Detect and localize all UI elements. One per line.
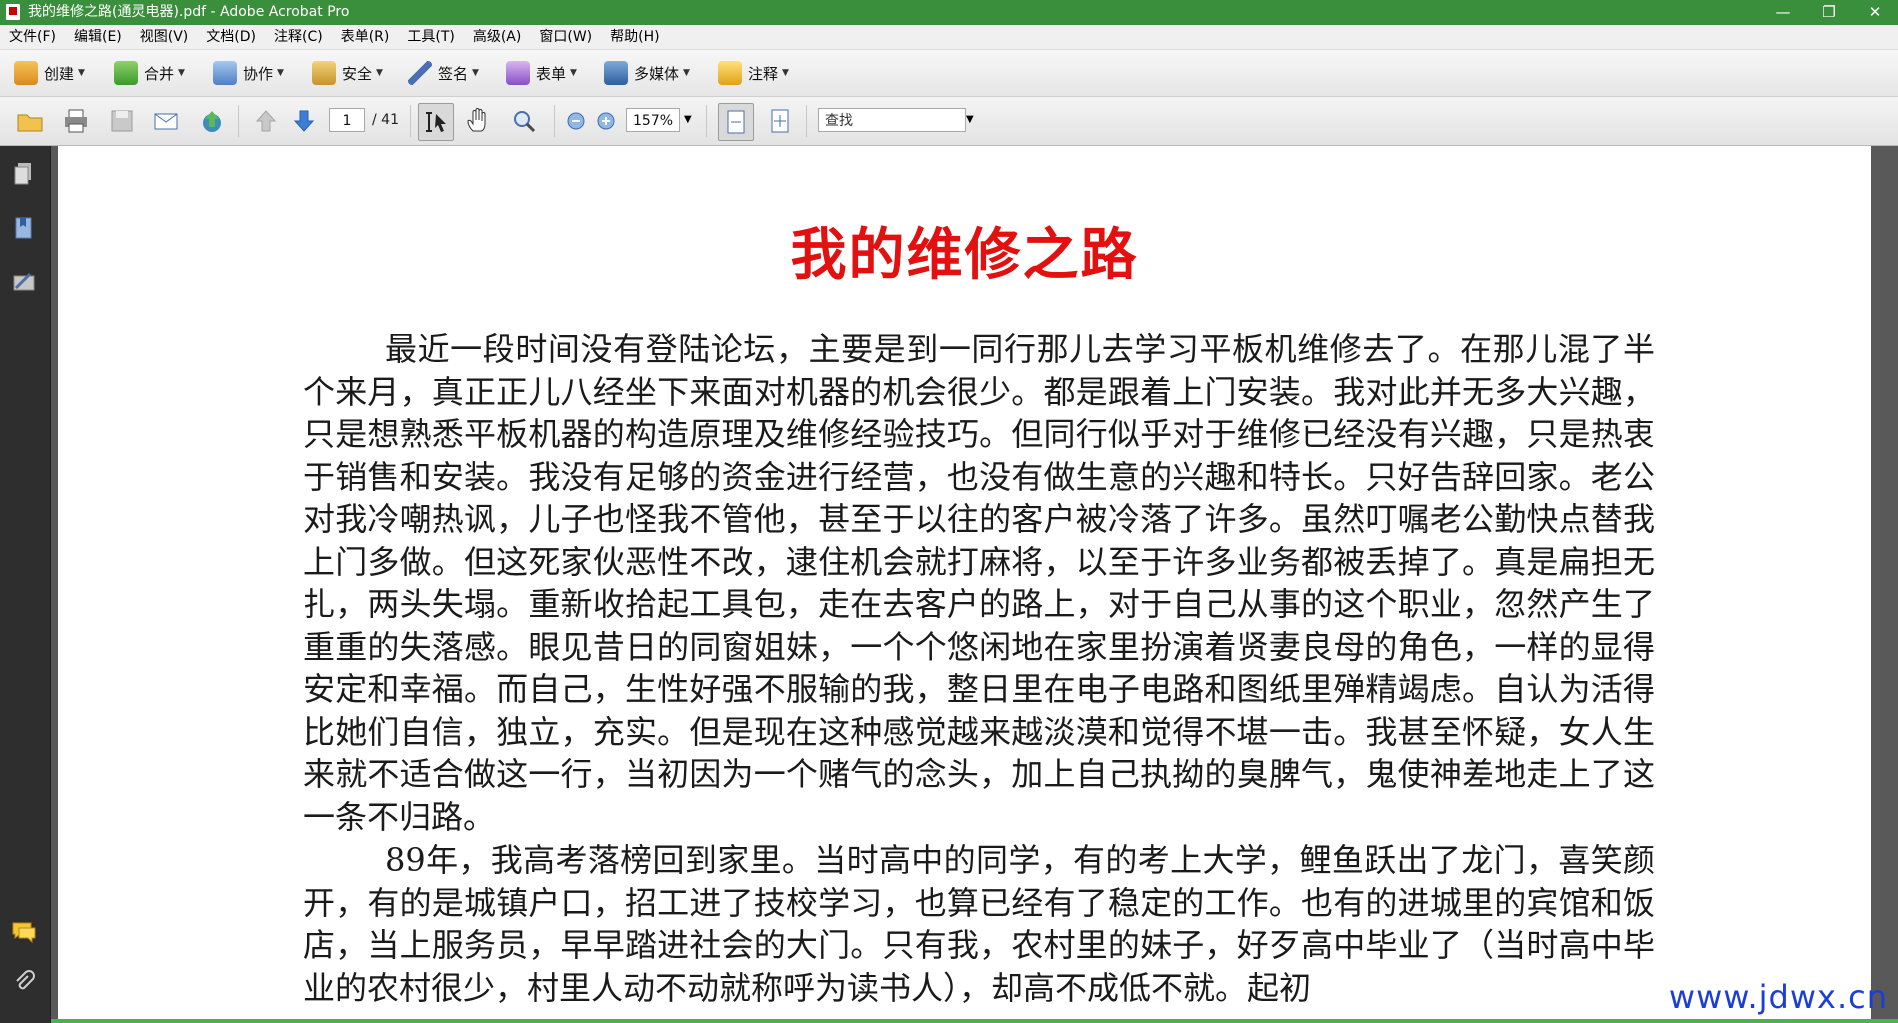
save-icon[interactable]	[108, 107, 136, 135]
toolbar-separator	[706, 105, 707, 137]
status-strip	[51, 1019, 1898, 1023]
window-title: 我的维修之路(通灵电器).pdf - Adobe Acrobat Pro	[28, 4, 350, 20]
task-label: 表单	[536, 64, 567, 83]
signatures-panel-icon[interactable]	[10, 268, 38, 296]
task-label: 协作	[243, 64, 274, 83]
close-button[interactable]: ✕	[1852, 0, 1898, 25]
task-label: 签名	[438, 64, 469, 83]
task-label: 注释	[748, 64, 779, 83]
navigation-panel	[0, 146, 51, 1023]
document-title: 我的维修之路	[790, 222, 1139, 288]
toolbar-separator	[238, 105, 239, 137]
previous-page-icon[interactable]	[252, 107, 280, 135]
hand-tool-icon[interactable]	[464, 107, 492, 135]
standard-toolbar: 1 / 41 157% ▼ 查找 ▼	[0, 97, 1898, 146]
collaborate-task-button[interactable]: 协作 ▼	[213, 58, 284, 88]
menu-document[interactable]: 文档(D)	[197, 25, 265, 49]
menu-tools[interactable]: 工具(T)	[398, 25, 463, 49]
website-watermark: www.jdwx.cn	[1668, 978, 1888, 1016]
print-icon[interactable]	[62, 107, 90, 135]
zoom-tool-icon[interactable]	[510, 107, 538, 135]
menu-window[interactable]: 窗口(W)	[530, 25, 601, 49]
menu-bar: 文件(F) 编辑(E) 视图(V) 文档(D) 注释(C) 表单(R) 工具(T…	[0, 25, 1898, 50]
task-toolbar: 创建 ▼ 合并 ▼ 协作 ▼ 安全 ▼ 签名 ▼ 表单 ▼ 多媒体 ▼ 注释 ▼	[0, 50, 1898, 97]
multimedia-task-button[interactable]: 多媒体 ▼	[604, 58, 690, 88]
restore-button[interactable]: ❐	[1806, 0, 1852, 25]
comment-icon	[718, 61, 742, 85]
lock-icon	[312, 61, 336, 85]
menu-advanced[interactable]: 高级(A)	[464, 25, 531, 49]
minimize-button[interactable]: —	[1760, 0, 1806, 25]
merge-icon	[114, 61, 138, 85]
open-folder-icon[interactable]	[16, 107, 44, 135]
task-label: 安全	[342, 64, 373, 83]
select-tool-button[interactable]	[418, 103, 454, 141]
form-icon	[506, 61, 530, 85]
comment-task-button[interactable]: 注释 ▼	[718, 58, 789, 88]
pages-panel-icon[interactable]	[10, 160, 38, 188]
document-viewport[interactable]: 我的维修之路 最近一段时间没有登陆论坛，主要是到一同行那儿去学习平板机维修去了。…	[51, 146, 1898, 1023]
menu-help[interactable]: 帮助(H)	[601, 25, 668, 49]
merge-task-button[interactable]: 合并 ▼	[114, 58, 185, 88]
sign-task-button[interactable]: 签名 ▼	[408, 58, 479, 88]
pdf-app-icon	[6, 4, 20, 20]
bookmarks-panel-icon[interactable]	[10, 214, 38, 242]
toolbar-separator	[554, 105, 555, 137]
zoom-level-input[interactable]: 157%	[626, 108, 680, 132]
menu-edit[interactable]: 编辑(E)	[65, 25, 131, 49]
task-label: 创建	[44, 64, 75, 83]
collaborate-icon	[213, 61, 237, 85]
pdf-page: 我的维修之路 最近一段时间没有登陆论坛，主要是到一同行那儿去学习平板机维修去了。…	[58, 146, 1871, 1019]
menu-view[interactable]: 视图(V)	[131, 25, 198, 49]
comments-panel-icon[interactable]	[10, 918, 38, 946]
document-paragraph: 89年，我高考落榜回到家里。当时高中的同学，有的考上大学，鲤鱼跃出了龙门，喜笑颜…	[303, 841, 1655, 1007]
page-number-input[interactable]: 1	[329, 108, 365, 132]
page-view-icon	[727, 110, 745, 134]
document-paragraph: 最近一段时间没有登陆论坛，主要是到一同行那儿去学习平板机维修去了。在那儿混了半个…	[303, 330, 1655, 836]
next-page-icon[interactable]	[290, 107, 318, 135]
task-label: 合并	[144, 64, 175, 83]
search-input[interactable]: 查找	[818, 108, 966, 132]
multimedia-icon	[604, 61, 628, 85]
zoom-out-icon[interactable]	[562, 107, 590, 135]
single-page-view-button[interactable]	[718, 103, 754, 141]
toolbar-separator	[410, 105, 411, 137]
toolbar-separator	[806, 105, 807, 137]
zoom-dropdown-chevron-icon[interactable]: ▼	[684, 108, 692, 132]
create-icon	[14, 61, 38, 85]
create-task-button[interactable]: 创建 ▼	[14, 58, 85, 88]
search-dropdown-chevron-icon[interactable]: ▼	[966, 108, 974, 132]
title-bar: 我的维修之路(通灵电器).pdf - Adobe Acrobat Pro — ❐…	[0, 0, 1898, 25]
pen-icon	[408, 61, 432, 85]
forms-task-button[interactable]: 表单 ▼	[506, 58, 577, 88]
text-select-cursor-icon	[426, 112, 446, 132]
upload-icon[interactable]	[198, 107, 226, 135]
email-icon[interactable]	[152, 107, 180, 135]
menu-comments[interactable]: 注释(C)	[265, 25, 332, 49]
security-task-button[interactable]: 安全 ▼	[312, 58, 383, 88]
zoom-in-icon[interactable]	[592, 107, 620, 135]
task-label: 多媒体	[634, 64, 680, 83]
attachment-paperclip-icon[interactable]	[10, 968, 38, 996]
fit-page-icon[interactable]	[766, 107, 794, 135]
page-total: / 41	[372, 112, 399, 128]
menu-forms[interactable]: 表单(R)	[332, 25, 399, 49]
menu-file[interactable]: 文件(F)	[0, 25, 65, 49]
